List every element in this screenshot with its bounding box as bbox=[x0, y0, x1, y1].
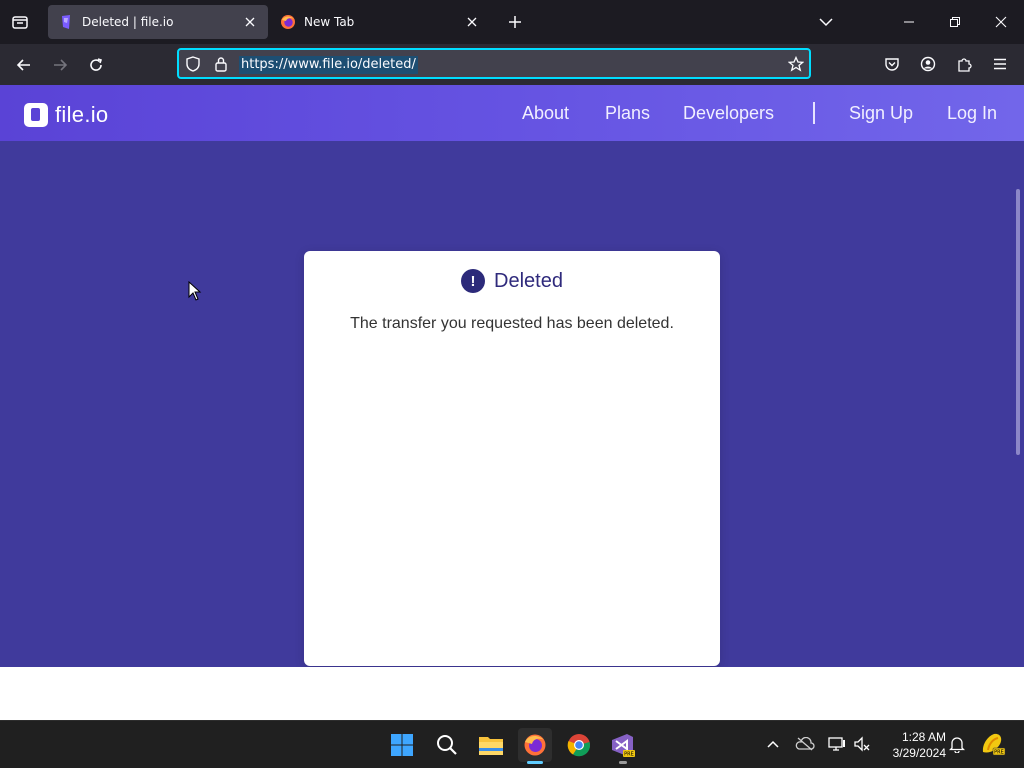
speaker-muted-icon bbox=[854, 736, 870, 752]
fileio-favicon-icon bbox=[62, 15, 70, 29]
taskbar-file-explorer[interactable] bbox=[474, 728, 508, 762]
close-icon bbox=[467, 17, 477, 27]
extensions-button[interactable] bbox=[950, 50, 978, 78]
minimize-icon bbox=[904, 21, 914, 23]
active-app-indicator bbox=[527, 761, 543, 764]
close-tab-button[interactable] bbox=[464, 14, 480, 30]
address-bar[interactable]: https://www.file.io/deleted/ bbox=[177, 48, 811, 79]
fileio-logo-icon bbox=[24, 103, 48, 127]
tab-title: Deleted | file.io bbox=[82, 15, 174, 29]
close-icon bbox=[245, 17, 255, 27]
card-message: The transfer you requested has been dele… bbox=[350, 315, 674, 332]
back-button[interactable] bbox=[9, 50, 39, 80]
forward-button[interactable] bbox=[45, 50, 75, 80]
plus-icon bbox=[509, 16, 521, 28]
reload-button[interactable] bbox=[81, 50, 111, 80]
deleted-card: ! Deleted The transfer you requested has… bbox=[304, 251, 720, 666]
taskbar-firefox[interactable] bbox=[518, 728, 552, 762]
onedrive-tray-button[interactable] bbox=[794, 733, 816, 755]
close-window-button[interactable] bbox=[978, 0, 1024, 44]
onedrive-offline-icon bbox=[795, 737, 815, 751]
firefox-icon bbox=[281, 15, 295, 29]
copilot-preview-icon: PRE bbox=[982, 733, 1006, 756]
account-icon bbox=[920, 56, 936, 72]
page-scrollbar[interactable] bbox=[1016, 189, 1020, 455]
taskbar-search-button[interactable] bbox=[430, 728, 464, 762]
network-display-icon bbox=[828, 737, 845, 751]
firefox-view-button[interactable] bbox=[6, 8, 34, 36]
nav-divider bbox=[813, 102, 815, 124]
search-icon bbox=[437, 735, 457, 755]
logo-text: file.io bbox=[55, 102, 109, 127]
mouse-cursor-icon bbox=[188, 281, 202, 301]
web-page: file.io About Plans Developers Sign Up L… bbox=[0, 85, 1024, 720]
tab-new-tab[interactable]: New Tab bbox=[270, 5, 490, 39]
taskbar-visual-studio-preview[interactable]: PRE bbox=[606, 728, 640, 762]
nav-signup-link[interactable]: Sign Up bbox=[849, 103, 913, 124]
svg-text:PRE: PRE bbox=[624, 752, 634, 758]
arrow-right-icon bbox=[54, 59, 68, 71]
tab-title: New Tab bbox=[304, 15, 355, 29]
file-explorer-icon bbox=[479, 737, 503, 755]
close-tab-button[interactable] bbox=[242, 14, 258, 30]
nav-developers-link[interactable]: Developers bbox=[683, 103, 774, 124]
card-header: ! Deleted bbox=[304, 269, 720, 293]
firefox-view-icon bbox=[12, 16, 28, 29]
url-text[interactable]: https://www.file.io/deleted/ bbox=[239, 56, 418, 74]
site-logo[interactable]: file.io bbox=[24, 102, 108, 128]
svg-text:PRE: PRE bbox=[994, 750, 1004, 756]
list-all-tabs-button[interactable] bbox=[812, 9, 840, 35]
chevron-down-icon bbox=[819, 18, 833, 27]
tab-deleted-fileio[interactable]: Deleted | file.io bbox=[48, 5, 268, 39]
nav-plans-link[interactable]: Plans bbox=[605, 103, 650, 124]
card-title: Deleted bbox=[494, 269, 563, 292]
network-tray-button[interactable] bbox=[826, 733, 848, 755]
bell-icon bbox=[949, 737, 965, 753]
restore-icon bbox=[950, 17, 960, 27]
visual-studio-preview-icon: PRE bbox=[612, 734, 635, 758]
minimize-button[interactable] bbox=[886, 0, 932, 44]
restore-button[interactable] bbox=[932, 0, 978, 44]
bookmark-star-icon[interactable] bbox=[787, 55, 805, 73]
arrow-left-icon bbox=[16, 59, 30, 71]
taskbar-clock[interactable]: 1:28 AM 3/29/2024 bbox=[880, 729, 946, 761]
start-button[interactable] bbox=[385, 728, 419, 762]
taskbar-chrome[interactable] bbox=[562, 728, 596, 762]
copilot-preview-button[interactable]: PRE bbox=[980, 733, 1006, 756]
lock-icon[interactable] bbox=[212, 55, 230, 73]
page-footer-area bbox=[0, 667, 1024, 720]
chrome-icon bbox=[567, 734, 591, 757]
volume-tray-button[interactable] bbox=[851, 733, 873, 755]
nav-about-link[interactable]: About bbox=[522, 103, 569, 124]
puzzle-icon bbox=[958, 58, 972, 72]
exclamation-icon: ! bbox=[461, 269, 486, 293]
clock-date: 3/29/2024 bbox=[892, 746, 946, 760]
site-header: file.io About Plans Developers Sign Up L… bbox=[0, 85, 1024, 141]
reload-icon bbox=[90, 58, 103, 71]
pocket-icon bbox=[885, 58, 899, 71]
browser-tab-bar: Deleted | file.io New Tab bbox=[0, 0, 1024, 44]
pocket-button[interactable] bbox=[878, 50, 906, 78]
hamburger-menu-icon bbox=[994, 58, 1006, 70]
show-hidden-icons-button[interactable] bbox=[762, 733, 784, 755]
new-tab-button[interactable] bbox=[502, 9, 528, 35]
clock-time: 1:28 AM bbox=[901, 730, 946, 744]
windows-start-icon bbox=[391, 734, 413, 756]
windows-taskbar: PRE 1:28 AM 3/29/2024 PRE bbox=[0, 720, 1024, 768]
nav-login-link[interactable]: Log In bbox=[947, 103, 997, 124]
notifications-button[interactable] bbox=[946, 733, 968, 755]
firefox-icon bbox=[524, 734, 546, 756]
tracking-protection-shield-icon[interactable] bbox=[184, 55, 202, 73]
account-button[interactable] bbox=[914, 50, 942, 78]
chevron-up-icon bbox=[767, 740, 779, 748]
running-app-indicator bbox=[619, 761, 627, 764]
app-menu-button[interactable] bbox=[986, 50, 1014, 78]
close-icon bbox=[995, 16, 1007, 28]
